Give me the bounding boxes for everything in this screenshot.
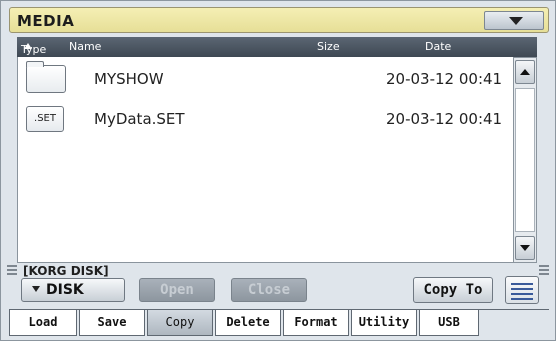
file-name: MyData.SET — [94, 110, 185, 128]
tab-format[interactable]: Format — [283, 310, 349, 336]
tab-delete[interactable]: Delete — [215, 310, 281, 336]
copy-to-button[interactable]: Copy To — [413, 277, 493, 303]
scroll-track[interactable] — [515, 88, 535, 232]
scrollbar[interactable] — [513, 57, 537, 263]
current-path: [KORG DISK] — [23, 264, 109, 278]
device-selector[interactable]: DISK — [21, 278, 125, 302]
media-window: MEDIA Type Name Size Date MYSHOW 20-03-1… — [0, 0, 556, 341]
list-view-icon[interactable] — [505, 276, 539, 304]
file-list: MYSHOW 20-03-12 00:41 .SET MyData.SET 20… — [17, 57, 513, 263]
column-size[interactable]: Size — [317, 40, 340, 53]
chevron-down-icon — [509, 17, 523, 25]
open-button[interactable]: Open — [139, 278, 215, 302]
file-date: 20-03-12 00:41 — [386, 70, 503, 88]
set-file-icon: .SET — [26, 106, 64, 132]
list-line — [511, 283, 533, 285]
column-type[interactable]: Type — [21, 40, 46, 56]
title-bar: MEDIA — [9, 7, 549, 33]
folder-icon — [26, 61, 66, 93]
tab-utility[interactable]: Utility — [351, 310, 417, 336]
file-row[interactable]: .SET MyData.SET 20-03-12 00:41 — [18, 99, 514, 139]
scroll-up-button[interactable] — [515, 60, 535, 84]
file-row[interactable]: MYSHOW 20-03-12 00:41 — [18, 59, 514, 99]
tab-usb[interactable]: USB — [419, 310, 479, 336]
grip-icon — [7, 265, 17, 275]
file-date: 20-03-12 00:41 — [386, 110, 503, 128]
column-type-label: Type — [21, 43, 47, 56]
column-header: Type Name Size Date — [17, 37, 537, 57]
column-name[interactable]: Name — [69, 40, 101, 53]
device-label: DISK — [46, 282, 84, 298]
list-line — [511, 293, 533, 295]
chevron-down-icon — [32, 286, 40, 292]
window-title: MEDIA — [17, 12, 75, 30]
list-line — [511, 298, 533, 300]
grip-icon — [539, 265, 549, 275]
page-menu-button[interactable] — [484, 11, 544, 30]
file-name: MYSHOW — [94, 70, 164, 88]
column-date[interactable]: Date — [425, 40, 451, 53]
tab-load[interactable]: Load — [9, 310, 77, 336]
close-button[interactable]: Close — [231, 278, 307, 302]
tab-save[interactable]: Save — [79, 310, 145, 336]
scroll-down-button[interactable] — [515, 236, 535, 260]
tab-bar: Load Save Copy Delete Format Utility USB — [9, 310, 489, 338]
list-line — [511, 288, 533, 290]
tab-copy[interactable]: Copy — [147, 310, 213, 336]
